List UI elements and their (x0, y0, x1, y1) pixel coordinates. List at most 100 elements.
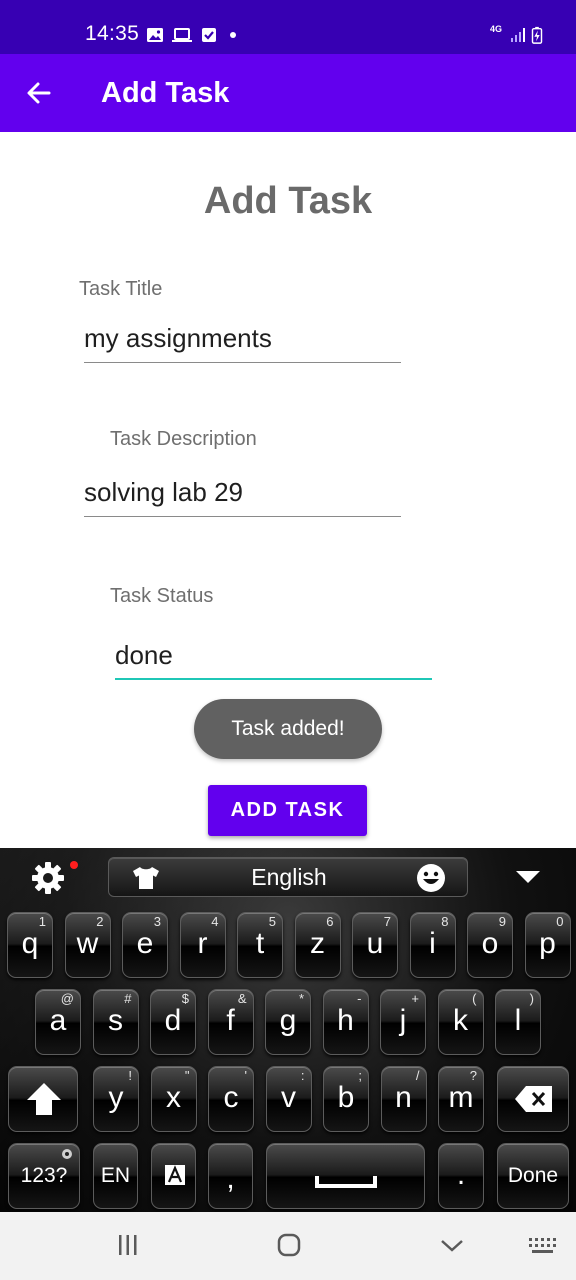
key-label: k (453, 1004, 468, 1037)
chevron-down-icon[interactable] (514, 868, 542, 886)
checkbox-icon (202, 28, 216, 42)
key-r[interactable]: 4r (179, 912, 226, 978)
key-v[interactable]: :v (265, 1066, 312, 1132)
task-status-label: Task Status (110, 585, 214, 607)
symbols-key[interactable]: 123? (8, 1143, 80, 1209)
key-t[interactable]: 5t (237, 912, 283, 978)
key-n[interactable]: / n (380, 1066, 427, 1132)
key-label: d (164, 1004, 182, 1037)
done-key[interactable]: Done (497, 1143, 569, 1209)
key-b[interactable]: ; b (323, 1066, 369, 1132)
period-key-label: . (456, 1158, 466, 1191)
comma-key[interactable]: , (208, 1143, 253, 1209)
backspace-key[interactable] (497, 1066, 569, 1132)
space-bar-icon (315, 1176, 377, 1188)
key-label: l (514, 1004, 522, 1037)
period-key[interactable]: . (438, 1143, 484, 1209)
status-bar: 14:35 4G (0, 0, 576, 54)
chevron-down-icon[interactable] (439, 1232, 465, 1258)
key-label: e (136, 927, 154, 960)
keyboard-switch-icon[interactable] (527, 1232, 557, 1258)
key-label: i (429, 927, 436, 960)
task-title-input[interactable] (84, 319, 401, 363)
keyboard-language-bar[interactable]: English (108, 857, 468, 897)
gear-icon[interactable] (30, 860, 66, 896)
shift-arrow-icon (27, 1083, 61, 1115)
emoji-icon[interactable] (415, 862, 447, 894)
key-k[interactable]: (k (437, 989, 484, 1055)
key-y[interactable]: ! y (93, 1066, 139, 1132)
key-z[interactable]: 6z (294, 912, 341, 978)
key-g[interactable]: * g (265, 989, 311, 1055)
key-label: f (226, 1004, 235, 1037)
key-j[interactable]: + j (380, 989, 426, 1055)
key-s[interactable]: # s (92, 989, 139, 1055)
key-x[interactable]: " x (150, 1066, 197, 1132)
key-c[interactable]: ' c (208, 1066, 254, 1132)
key-label: a (49, 1004, 67, 1037)
navigation-bar (0, 1212, 576, 1280)
text-format-key[interactable] (151, 1143, 196, 1209)
gallery-icon (147, 28, 163, 42)
app-bar: Add Task (0, 54, 576, 132)
signal-icon (511, 28, 525, 42)
toast-message: Task added! (231, 717, 345, 740)
backspace-icon (515, 1086, 552, 1112)
laptop-icon (172, 28, 192, 42)
key-label: u (366, 927, 384, 960)
key-a[interactable]: @ a (35, 989, 81, 1055)
add-task-button[interactable]: ADD TASK (208, 785, 367, 836)
key-label: s (108, 1004, 123, 1037)
language-key[interactable]: EN (93, 1143, 138, 1209)
key-label: h (337, 1004, 354, 1037)
done-key-label: Done (507, 1164, 559, 1187)
key-l[interactable]: ) l (495, 989, 541, 1055)
task-title-label: Task Title (79, 278, 163, 300)
dot-icon (230, 32, 236, 38)
recent-apps-icon[interactable] (116, 1232, 140, 1258)
key-u[interactable]: 7u (352, 912, 398, 978)
network-type: 4G (490, 24, 503, 34)
key-label: q (21, 927, 39, 960)
home-icon[interactable] (276, 1232, 302, 1258)
key-label: g (279, 1004, 297, 1037)
key-d[interactable]: $ d (150, 989, 196, 1055)
key-m[interactable]: ? m (438, 1066, 484, 1132)
app-bar-title: Add Task (101, 77, 230, 109)
key-label: m (448, 1081, 474, 1114)
key-f[interactable]: & f (207, 989, 254, 1055)
key-label: y (108, 1081, 124, 1114)
key-label: c (223, 1081, 239, 1114)
soft-keyboard: English 1q2w3e4r5t6z7u8i9o0p @ a # s $ d & f * g -… (0, 848, 576, 1212)
toast: Task added! (194, 699, 382, 759)
key-label: p (539, 927, 556, 960)
keyboard-toolbar: English (0, 848, 576, 906)
status-time: 14:35 (85, 22, 140, 45)
page-title: Add Task (203, 180, 373, 222)
task-status-input[interactable] (115, 636, 432, 680)
comma-key-label: , (226, 1162, 235, 1195)
key-label: v (281, 1081, 296, 1114)
key-o[interactable]: 9o (467, 912, 513, 978)
notification-dot (70, 861, 78, 869)
key-label: r (197, 927, 208, 960)
language-key-label: EN (100, 1164, 131, 1187)
small-gear-icon (62, 1149, 72, 1159)
key-label: j (399, 1004, 407, 1037)
arrow-left-icon[interactable] (22, 76, 56, 110)
key-q[interactable]: 1q (7, 912, 53, 978)
battery-charging-icon (531, 26, 543, 44)
key-p[interactable]: 0p (524, 912, 571, 978)
space-key[interactable] (266, 1143, 425, 1209)
key-label: n (395, 1081, 412, 1114)
key-e[interactable]: 3e (122, 912, 168, 978)
key-label: t (255, 927, 265, 960)
symbols-key-label: 123? (20, 1164, 68, 1187)
key-label: z (310, 927, 325, 960)
key-w[interactable]: 2w (64, 912, 111, 978)
key-label: o (481, 927, 499, 960)
shift-key[interactable] (8, 1066, 78, 1132)
key-h[interactable]: -h (322, 989, 369, 1055)
key-i[interactable]: 8i (409, 912, 456, 978)
task-description-input[interactable] (84, 473, 401, 517)
